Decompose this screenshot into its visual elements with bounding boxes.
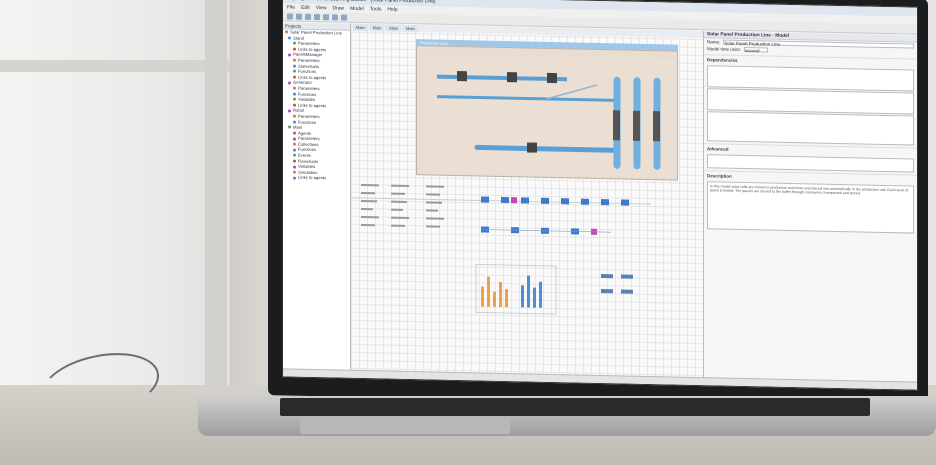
menu-help[interactable]: Help [387, 6, 397, 14]
save-icon[interactable] [305, 13, 311, 20]
tree-item-icon [293, 170, 296, 174]
undo-icon[interactable] [314, 14, 320, 21]
photo-scene: AnyLogic Personal Learning Edition - [So… [0, 0, 936, 465]
properties-panel: Solar Panel Production Line - Model Name… [703, 31, 917, 382]
tab-main-1[interactable]: Main [353, 23, 368, 32]
description-text[interactable]: In this model solar cells are moved to p… [707, 181, 914, 234]
tree-item-icon [293, 176, 296, 180]
run-icon[interactable] [332, 14, 338, 21]
advanced-fields[interactable] [707, 154, 914, 173]
conveyor-diagram [421, 54, 675, 178]
name-label: Name: [707, 39, 721, 45]
tree-item-icon [293, 86, 296, 90]
tree-item-icon [288, 125, 291, 129]
model-canvas[interactable]: Main Main Main Main Production Line [351, 23, 703, 378]
menu-draw[interactable]: Draw [332, 4, 344, 12]
ide-body: Projects Solar Panel Production Line Stan… [283, 22, 917, 382]
menu-file[interactable]: File [287, 3, 295, 11]
tree-item-icon [288, 81, 291, 85]
tree-item-icon [293, 75, 296, 79]
debug-icon[interactable] [341, 14, 347, 21]
project-tree: Solar Panel Production Line Stand Paramete… [283, 29, 350, 181]
tree-item-icon [288, 109, 291, 113]
menu-tools[interactable]: Tools [370, 5, 382, 13]
tree-item-icon [293, 131, 296, 135]
window-frame-vertical [205, 0, 227, 390]
tab-main-4[interactable]: Main [403, 24, 418, 33]
window [0, 0, 240, 390]
tree-item-icon [293, 97, 296, 102]
open-icon[interactable] [296, 13, 302, 20]
tree-item-icon [293, 142, 296, 146]
laptop-screen: AnyLogic Personal Learning Edition - [So… [282, 0, 918, 391]
tree-item-icon [293, 148, 296, 152]
tree-item-icon [288, 36, 291, 40]
tree-item-icon [293, 58, 296, 62]
tree-item-icon [293, 159, 296, 163]
menu-model[interactable]: Model [350, 5, 364, 13]
numeric-methods[interactable] [707, 111, 914, 146]
units-select[interactable]: second [744, 47, 769, 53]
tree-item[interactable]: Links to agents [283, 175, 350, 182]
units-label: Model time units: [707, 46, 742, 52]
tree-item-icon [288, 53, 291, 57]
tree-item-label: Links to agents [298, 175, 327, 181]
keyboard [280, 398, 870, 416]
menu-edit[interactable]: Edit [301, 4, 310, 12]
tree-item-icon [293, 70, 296, 74]
redo-icon[interactable] [323, 14, 329, 21]
dependencies-table[interactable] [707, 65, 914, 92]
menu-view[interactable]: View [316, 4, 327, 12]
flowchart [351, 183, 651, 315]
tab-main-2[interactable]: Main [369, 24, 385, 32]
tab-main-3[interactable]: Main [386, 24, 402, 32]
tree-item-icon [293, 42, 296, 46]
tree-item-icon [293, 120, 296, 124]
new-icon[interactable] [287, 13, 293, 20]
tree-item-icon [293, 137, 296, 141]
window-frame [0, 60, 230, 72]
trackpad [300, 418, 510, 434]
tree-item-icon [293, 114, 296, 118]
tree-item-icon [293, 92, 296, 96]
projects-panel: Projects Solar Panel Production Line Stan… [283, 22, 351, 370]
tree-item-icon [293, 165, 296, 169]
tree-item-icon [293, 103, 296, 107]
tree-item-icon [293, 153, 296, 157]
tree-item-icon [285, 30, 288, 34]
production-line-diagram [416, 45, 678, 181]
tree-item-icon [293, 64, 296, 68]
tree-item-icon [293, 47, 296, 51]
folders-table[interactable] [707, 88, 914, 115]
